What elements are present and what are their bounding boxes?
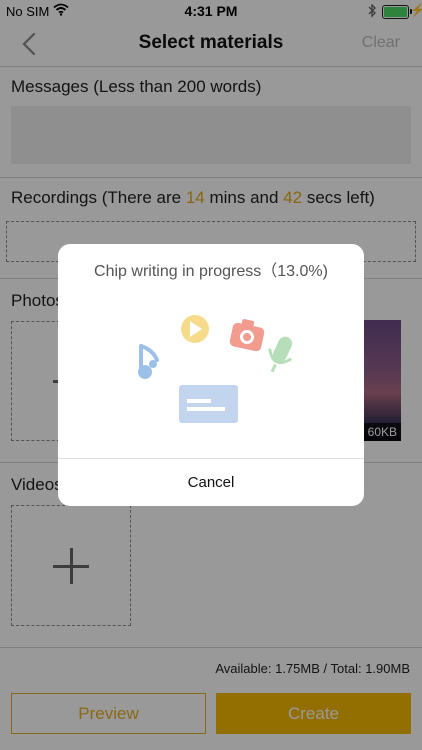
cancel-button[interactable]: Cancel [58,459,364,506]
play-icon [181,315,209,343]
progress-message: Chip writing in progress（13.0%) [94,263,328,280]
microphone-icon [268,336,293,373]
writing-illustration [131,310,301,430]
progress-dialog: Chip writing in progress（13.0%) Cancel [58,244,364,506]
camera-icon [229,319,265,352]
music-note-icon [138,344,159,379]
card-icon [179,385,238,423]
